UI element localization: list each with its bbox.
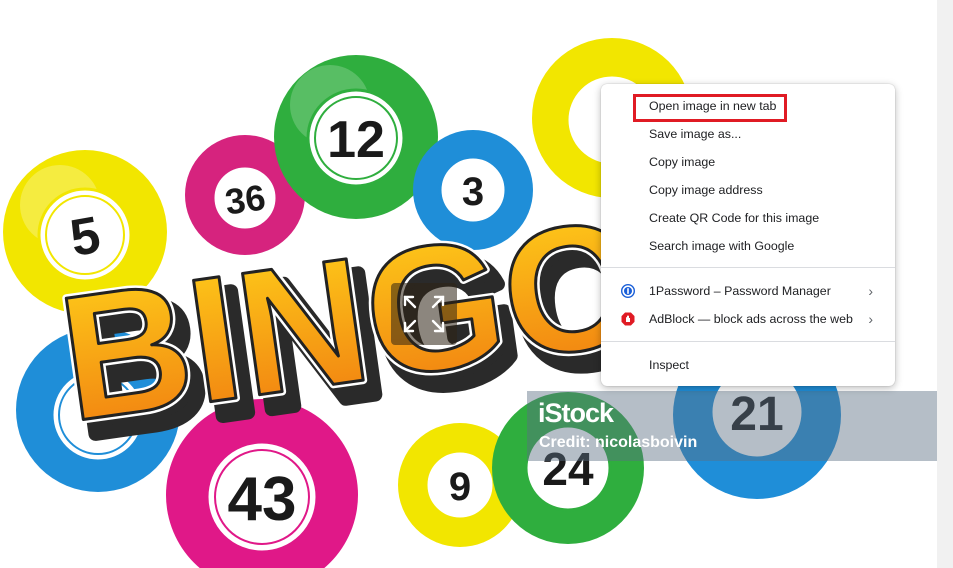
highlight-box bbox=[633, 94, 787, 122]
menu-item-label: Inspect bbox=[649, 358, 689, 372]
onepassword-icon bbox=[621, 284, 635, 298]
expand-icon bbox=[403, 295, 445, 333]
menu-item-label: Create QR Code for this image bbox=[649, 211, 820, 225]
chevron-right-icon: › bbox=[868, 311, 873, 327]
menu-separator bbox=[601, 267, 895, 268]
menu-item-label: Copy image bbox=[649, 155, 716, 169]
menu-item-copy-image-address[interactable]: Copy image address bbox=[601, 177, 895, 203]
menu-item-save-image-as[interactable]: Save image as... bbox=[601, 121, 895, 147]
menu-item-inspect[interactable]: Inspect bbox=[601, 352, 895, 378]
ball-number-36: 36 bbox=[223, 176, 268, 222]
menu-item-label: Save image as... bbox=[649, 127, 742, 141]
menu-item-label: Search image with Google bbox=[649, 239, 795, 253]
menu-item-create-qr-code[interactable]: Create QR Code for this image bbox=[601, 205, 895, 231]
page-scrollbar[interactable] bbox=[937, 0, 953, 568]
watermark-logo: iStock bbox=[538, 398, 614, 428]
menu-item-1password[interactable]: 1Password – Password Manager › bbox=[601, 278, 895, 304]
watermark-credit: Credit: nicolasboivin bbox=[539, 434, 698, 451]
menu-separator bbox=[601, 341, 895, 342]
context-menu: Open image in new tab Save image as... C… bbox=[601, 84, 895, 386]
chevron-right-icon: › bbox=[868, 283, 873, 299]
menu-item-adblock[interactable]: AdBlock — block ads across the web › bbox=[601, 306, 895, 332]
adblock-icon bbox=[621, 312, 635, 326]
menu-item-label: AdBlock — block ads across the web bbox=[649, 312, 853, 326]
ball-number-43: 43 bbox=[228, 465, 297, 534]
ball-number-12: 12 bbox=[327, 111, 385, 169]
menu-item-label: Copy image address bbox=[649, 183, 763, 197]
menu-item-search-image-google[interactable]: Search image with Google bbox=[601, 233, 895, 259]
ball-number-9: 9 bbox=[449, 465, 471, 509]
expand-image-button[interactable] bbox=[391, 283, 457, 345]
menu-item-copy-image[interactable]: Copy image bbox=[601, 149, 895, 175]
menu-item-label: 1Password – Password Manager bbox=[649, 284, 831, 298]
